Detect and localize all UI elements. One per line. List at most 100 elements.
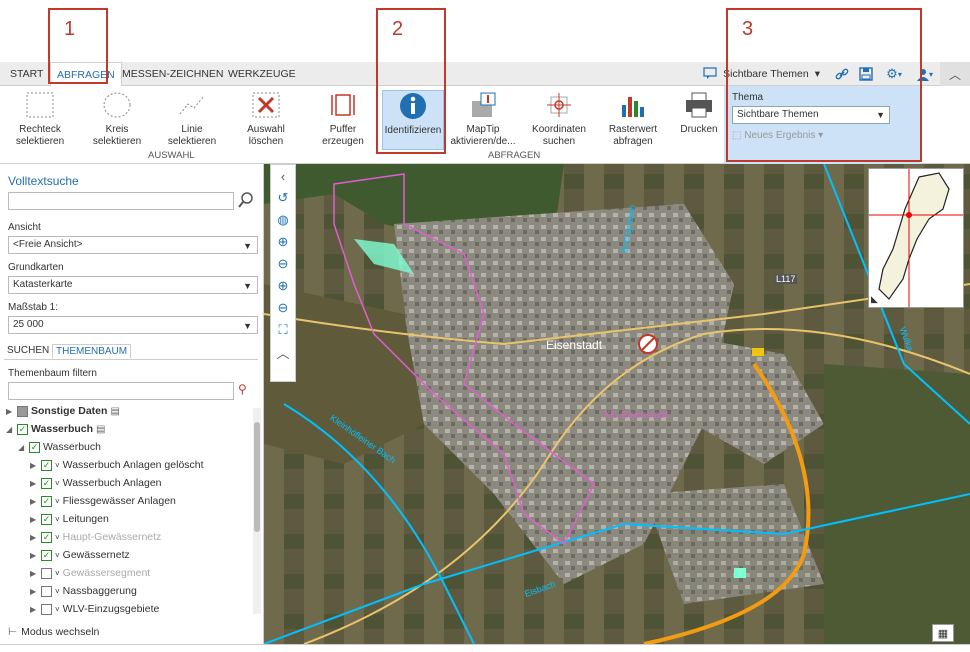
- layer-checkbox[interactable]: [41, 567, 52, 579]
- raster-chart-icon: [618, 90, 648, 120]
- tree-item[interactable]: ▶ Sonstige Daten ▤: [6, 402, 120, 420]
- volltext-search-input[interactable]: [8, 192, 234, 210]
- filter-label: Themenbaum filtern: [8, 368, 97, 379]
- tree-item[interactable]: ▶ ✓ ˅ Wasserbuch Anlagen gelöscht: [30, 456, 204, 474]
- tab-suchen[interactable]: SUCHEN: [4, 344, 52, 357]
- overview-map[interactable]: ◣: [868, 168, 964, 308]
- tree-item[interactable]: ▶ ✓ ˅ Gewässernetz: [30, 546, 130, 564]
- chevron-up-icon[interactable]: ︿: [271, 341, 295, 363]
- modus-wechseln-button[interactable]: ⊢ Modus wechseln: [8, 626, 99, 638]
- chevron-down-icon[interactable]: ˅: [55, 479, 60, 488]
- chevron-down-icon: ▼: [243, 241, 252, 251]
- layer-checkbox[interactable]: ✓: [41, 549, 52, 561]
- tree-item[interactable]: ▶ ˅ Gewässersegment: [30, 564, 150, 582]
- table-icon[interactable]: ▦: [932, 624, 954, 642]
- expand-overview-icon[interactable]: ◣: [871, 294, 878, 305]
- tree-item[interactable]: ▶ ˅ Nassbaggerung: [30, 582, 137, 600]
- tree-item[interactable]: ◢ ✓ Wasserbuch ▤: [6, 420, 106, 438]
- tree-item-label: Nassbaggerung: [62, 585, 137, 597]
- ansicht-label: Ansicht: [8, 222, 41, 233]
- map-toolbar: ‹ ↺ ◍ ⊕ ⊖ ⊕ ⊖ ⛶ ︿: [270, 164, 296, 382]
- tab-messen-zeichnen[interactable]: MESSEN-ZEICHNEN: [116, 62, 230, 86]
- chevron-down-icon[interactable]: ˅: [55, 497, 60, 506]
- annotation-box-2: [376, 8, 446, 154]
- group-label-auswahl: AUSWAHL: [148, 150, 195, 161]
- ansicht-select[interactable]: <Freie Ansicht> ▼: [8, 236, 258, 254]
- rectangle-select-icon: [25, 90, 55, 120]
- tree-item[interactable]: ▶ ✓ ˅ Fliessgewässer Anlagen: [30, 492, 176, 510]
- layer-checkbox[interactable]: ✓: [41, 531, 52, 543]
- map-label-city: Eisenstadt: [546, 338, 603, 352]
- zoom-out-icon[interactable]: ⊖: [271, 253, 295, 275]
- zoom-in-icon[interactable]: ⊕: [271, 231, 295, 253]
- layer-settings-icon[interactable]: ▤: [110, 406, 119, 417]
- collapse-icon[interactable]: ◢: [6, 425, 14, 434]
- layer-checkbox[interactable]: ✓: [41, 513, 52, 525]
- tree-item-label: Wasserbuch Anlagen gelöscht: [62, 459, 204, 471]
- zoom-next-icon[interactable]: ⊖: [271, 297, 295, 319]
- layer-checkbox[interactable]: [41, 603, 52, 615]
- expand-icon[interactable]: ▶: [30, 533, 38, 542]
- expand-icon[interactable]: ▶: [30, 515, 38, 524]
- raster-value-button[interactable]: Rasterwert abfragen: [602, 90, 664, 148]
- refresh-icon[interactable]: ↺: [271, 187, 295, 209]
- expand-icon[interactable]: ▶: [30, 497, 38, 506]
- search-icon[interactable]: [238, 192, 256, 210]
- grundkarten-select[interactable]: Katasterkarte ▼: [8, 276, 258, 294]
- tree-item[interactable]: ▶ ✓ ˅ Haupt-Gewässernetz: [30, 528, 161, 546]
- line-select-button[interactable]: Linie selektieren: [164, 90, 220, 148]
- coordinates-button[interactable]: Koordinaten suchen: [526, 90, 592, 148]
- collapse-ribbon-button[interactable]: ︿: [940, 62, 970, 86]
- chevron-down-icon[interactable]: ˅: [55, 605, 60, 614]
- layer-checkbox[interactable]: [17, 405, 28, 417]
- rectangle-select-button[interactable]: Rechteck selektieren: [12, 90, 68, 148]
- map-label-kg: KG Eisenstadt: [604, 410, 668, 421]
- layer-checkbox[interactable]: [41, 585, 52, 597]
- clear-selection-button[interactable]: Auswahl löschen: [240, 90, 292, 148]
- print-button[interactable]: Drucken: [674, 90, 724, 136]
- collapse-panel-icon[interactable]: ‹: [271, 165, 295, 187]
- layer-checkbox[interactable]: ✓: [41, 495, 52, 507]
- chevron-down-icon[interactable]: ˅: [55, 533, 60, 542]
- tree-item-label: Gewässernetz: [62, 549, 130, 561]
- chevron-down-icon[interactable]: ˅: [55, 569, 60, 578]
- tree-item[interactable]: ▶ ✓ ˅ Leitungen: [30, 510, 109, 528]
- chevron-down-icon[interactable]: ˅: [55, 461, 60, 470]
- expand-icon[interactable]: ▶: [30, 461, 38, 470]
- expand-icon[interactable]: ▶: [30, 569, 38, 578]
- tree-item[interactable]: ▶ ✓ ˅ Wasserbuch Anlagen: [30, 474, 162, 492]
- layer-checkbox[interactable]: ✓: [29, 441, 40, 453]
- maptip-button[interactable]: MapTip aktivieren/de...: [448, 90, 518, 148]
- chevron-down-icon[interactable]: ˅: [55, 587, 60, 596]
- tab-start[interactable]: START: [4, 62, 49, 86]
- tree-item-label: Wasserbuch: [43, 441, 101, 453]
- clear-filter-icon[interactable]: ⚲: [238, 382, 247, 396]
- tree-item-label: Leitungen: [62, 513, 109, 525]
- expand-icon[interactable]: ▶: [30, 551, 38, 560]
- buffer-button[interactable]: Puffer erzeugen: [316, 90, 370, 148]
- expand-icon[interactable]: ▶: [30, 479, 38, 488]
- collapse-icon[interactable]: ◢: [18, 443, 26, 452]
- tree-item[interactable]: ◢ ✓ Wasserbuch: [18, 438, 101, 456]
- layer-checkbox[interactable]: ✓: [41, 459, 52, 471]
- scroll-thumb[interactable]: [254, 422, 260, 532]
- expand-icon[interactable]: ▶: [30, 605, 38, 614]
- map-view[interactable]: Eisenstadt KG Eisenstadt L117 Kleinhöfle…: [264, 164, 970, 644]
- layer-settings-icon[interactable]: ▤: [96, 424, 105, 435]
- expand-icon[interactable]: ▶: [6, 407, 14, 416]
- tree-scrollbar[interactable]: [253, 408, 261, 614]
- massstab-select[interactable]: 25 000 ▼: [8, 316, 258, 334]
- tab-themenbaum[interactable]: THEMENBAUM: [52, 344, 132, 358]
- full-extent-icon[interactable]: ⛶: [271, 319, 295, 341]
- layer-checkbox[interactable]: ✓: [41, 477, 52, 489]
- globe-icon[interactable]: ◍: [271, 209, 295, 231]
- layer-checkbox[interactable]: ✓: [17, 423, 28, 435]
- tab-werkzeuge[interactable]: WERKZEUGE: [222, 62, 302, 86]
- circle-select-button[interactable]: Kreis selektieren: [90, 90, 144, 148]
- chevron-down-icon[interactable]: ˅: [55, 515, 60, 524]
- tree-item[interactable]: ▶ ˅ WLV-Einzugsgebiete: [30, 600, 159, 618]
- themenbaum-filter-input[interactable]: [8, 382, 234, 400]
- expand-icon[interactable]: ▶: [30, 587, 38, 596]
- zoom-previous-icon[interactable]: ⊕: [271, 275, 295, 297]
- chevron-down-icon[interactable]: ˅: [55, 551, 60, 560]
